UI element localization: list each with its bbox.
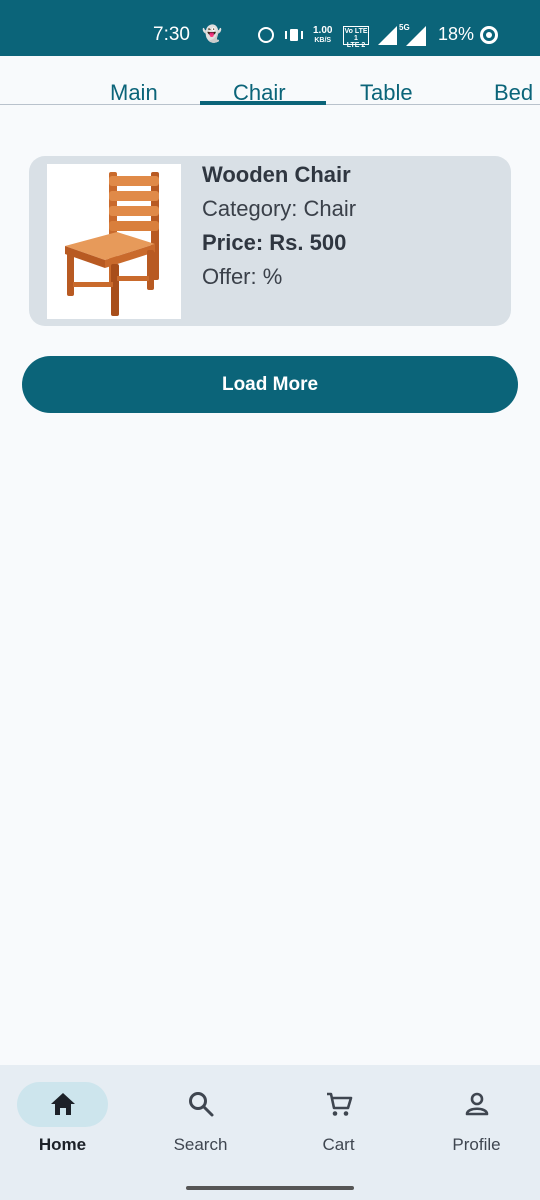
network-speed: 1.00 KB/S: [313, 25, 333, 45]
product-category: Category: Chair: [202, 196, 357, 221]
tab-bed[interactable]: Bed: [494, 80, 533, 106]
tab-main[interactable]: Main: [110, 80, 158, 106]
cart-icon: [326, 1092, 352, 1116]
nav-label-cart: Cart: [322, 1135, 355, 1154]
search-icon: [188, 1092, 213, 1117]
product-name: Wooden Chair: [202, 162, 351, 187]
nav-item-search[interactable]: Search: [133, 1065, 268, 1175]
nav-label-profile: Profile: [452, 1135, 501, 1154]
bottom-navigation: Home Search Cart Profile: [0, 1065, 540, 1200]
nav-item-profile[interactable]: Profile: [409, 1065, 540, 1175]
vibrate-icon: [285, 27, 303, 43]
signal-icon-sim2: [406, 26, 426, 46]
nav-label-search: Search: [173, 1135, 228, 1154]
nav-label-home: Home: [38, 1135, 87, 1154]
wooden-chair-image: [47, 164, 181, 319]
product-card[interactable]: Wooden Chair Category: Chair Price: Rs. …: [29, 156, 511, 326]
home-icon: [50, 1093, 75, 1115]
status-time: 7:30: [153, 24, 190, 45]
nav-item-cart[interactable]: Cart: [271, 1065, 406, 1175]
tab-selected-indicator: [200, 101, 326, 105]
volte-icon: Vo LTE 1 LTE 2: [343, 26, 369, 49]
product-offer: Offer: %: [202, 264, 283, 289]
battery-percent: 18%: [438, 24, 475, 44]
profile-icon: [465, 1092, 488, 1116]
nav-item-home[interactable]: Home: [0, 1065, 130, 1175]
snapchat-icon: 👻: [202, 26, 222, 43]
alarm-icon: [258, 27, 274, 43]
status-bar: 7:30 👻 1.00 KB/S Vo LTE 1 LTE 2 5G 18%: [0, 0, 540, 56]
signal-icon-sim1: [378, 26, 397, 45]
gesture-handle[interactable]: [186, 1186, 354, 1190]
product-price: Price: Rs. 500: [202, 230, 347, 255]
category-tabs: Main Chair Table Bed: [0, 56, 540, 106]
load-more-button[interactable]: Load More: [22, 356, 518, 413]
tab-table[interactable]: Table: [360, 80, 413, 106]
battery-saver-icon: [480, 26, 498, 44]
